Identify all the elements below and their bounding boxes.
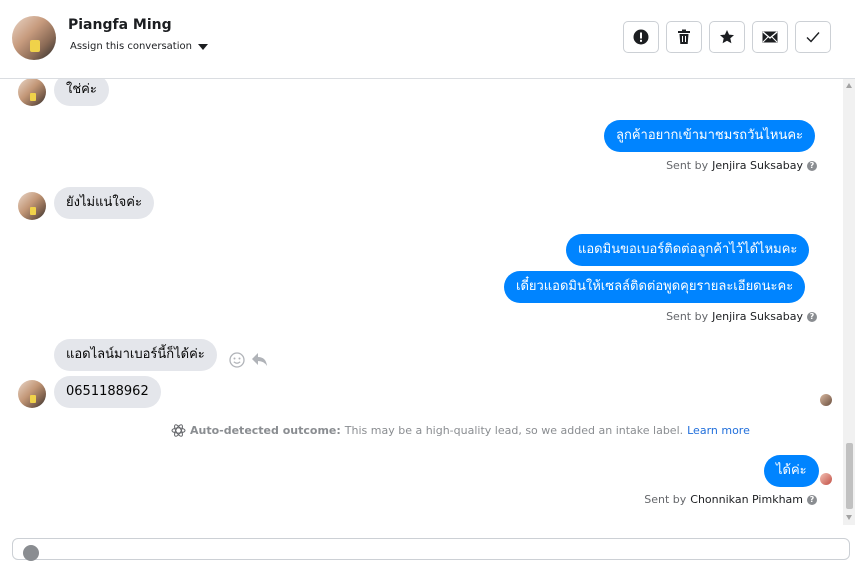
outgoing-message[interactable]: ได้ค่ะ bbox=[764, 455, 819, 487]
incoming-message[interactable]: 0651188962 bbox=[54, 376, 161, 408]
assign-label: Assign this conversation bbox=[70, 41, 192, 52]
help-icon[interactable]: ? bbox=[807, 494, 817, 505]
conversation-header: Piangfa Ming Assign this conversation bbox=[0, 0, 855, 79]
composer-avatar bbox=[23, 545, 39, 561]
mark-done-button[interactable] bbox=[795, 21, 831, 53]
sender-name: Chonnikan Pimkham bbox=[690, 493, 803, 506]
outgoing-message[interactable]: ลูกค้าอยากเข้ามาชมรถวันไหนคะ bbox=[604, 120, 816, 152]
sent-by-label: Sent by Jenjira Suksabay ? bbox=[666, 159, 817, 172]
contact-name[interactable]: Piangfa Ming bbox=[68, 17, 172, 33]
help-icon[interactable]: ? bbox=[807, 160, 817, 171]
outgoing-message[interactable]: แอดมินขอเบอร์ติดต่อลูกค้าไว้ได้ไหมคะ bbox=[566, 234, 810, 266]
scroll-down-arrow[interactable] bbox=[846, 515, 852, 520]
seen-by-avatar bbox=[820, 473, 832, 485]
outcome-text: This may be a high-quality lead, so we a… bbox=[344, 424, 684, 437]
scrollbar-thumb[interactable] bbox=[846, 443, 853, 509]
message-composer[interactable] bbox=[12, 538, 850, 561]
sent-by-label: Sent by Chonnikan Pimkham ? bbox=[644, 493, 817, 506]
mark-spam-button[interactable] bbox=[623, 21, 659, 53]
star-button[interactable] bbox=[709, 21, 745, 53]
assign-conversation-dropdown[interactable]: Assign this conversation bbox=[70, 41, 208, 52]
trash-icon bbox=[678, 29, 690, 44]
incoming-message[interactable]: ใช่ค่ะ bbox=[54, 79, 109, 106]
react-emoji-icon[interactable] bbox=[229, 352, 245, 368]
caret-down-icon bbox=[197, 43, 208, 50]
help-icon[interactable]: ? bbox=[807, 311, 817, 322]
sent-by-prefix: Sent by bbox=[666, 159, 709, 172]
customer-avatar bbox=[18, 380, 46, 408]
sender-name: Jenjira Suksabay bbox=[712, 159, 803, 172]
reply-icon[interactable] bbox=[251, 352, 268, 367]
checkmark-icon bbox=[806, 32, 820, 43]
contact-avatar[interactable] bbox=[12, 16, 56, 60]
incoming-message[interactable]: ยังไม่แน่ใจค่ะ bbox=[54, 187, 154, 219]
sent-by-prefix: Sent by bbox=[644, 493, 687, 506]
delete-button[interactable] bbox=[666, 21, 702, 53]
auto-detected-outcome-notice: Auto-detected outcome: This may be a hig… bbox=[171, 423, 750, 438]
scroll-up-arrow[interactable] bbox=[846, 83, 852, 88]
mark-unread-button[interactable] bbox=[752, 21, 788, 53]
customer-avatar bbox=[18, 79, 46, 106]
message-thread[interactable]: ใช่ค่ะ ลูกค้าอยากเข้ามาชมรถวันไหนคะ Sent… bbox=[0, 79, 843, 525]
sent-by-prefix: Sent by bbox=[666, 310, 709, 323]
incoming-message[interactable]: แอดไลน์มาเบอร์นี้ก็ได้ค่ะ bbox=[54, 339, 217, 371]
sender-name: Jenjira Suksabay bbox=[712, 310, 803, 323]
outgoing-message[interactable]: เดี๋ยวแอดมินให้เซลล์ติดต่อพูดคุยรายละเอี… bbox=[504, 271, 806, 303]
outcome-label: Auto-detected outcome: bbox=[190, 424, 341, 437]
learn-more-link[interactable]: Learn more bbox=[687, 424, 750, 437]
atom-icon bbox=[171, 424, 186, 437]
seen-by-avatar bbox=[820, 394, 832, 406]
thread-scrollbar[interactable] bbox=[843, 79, 855, 525]
exclamation-icon bbox=[633, 29, 649, 45]
envelope-icon bbox=[762, 31, 778, 43]
star-icon bbox=[720, 30, 734, 44]
customer-avatar bbox=[18, 192, 46, 220]
sent-by-label: Sent by Jenjira Suksabay ? bbox=[666, 310, 817, 323]
